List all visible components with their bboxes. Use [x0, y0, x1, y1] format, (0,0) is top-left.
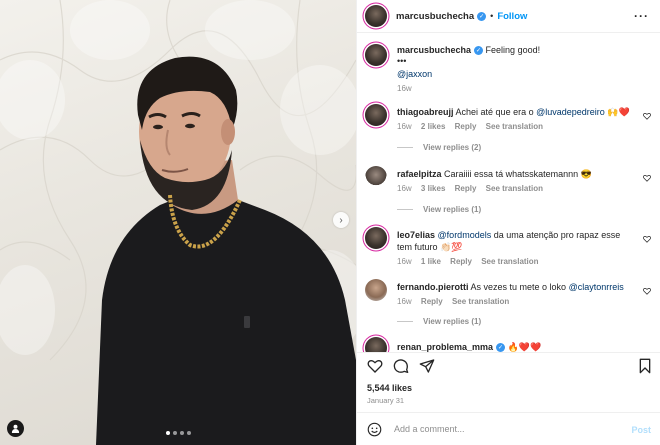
caption-dots: •••	[397, 56, 407, 66]
comment-time: 16w	[397, 122, 412, 131]
comment-time: 16w	[397, 297, 412, 306]
caption-text: Feeling good!	[485, 45, 541, 55]
comment-meta: 16w 1 like Reply See translation	[397, 256, 635, 268]
reply-button[interactable]: Reply	[421, 297, 443, 306]
commenter-avatar[interactable]	[365, 227, 387, 249]
portrait-image	[0, 0, 356, 445]
view-replies-button[interactable]: View replies (1)	[397, 205, 481, 214]
carousel-dot	[187, 431, 191, 435]
view-replies-button[interactable]: View replies (1)	[397, 317, 481, 326]
like-comment-heart-icon[interactable]	[643, 112, 651, 120]
reply-button[interactable]: Reply	[450, 257, 472, 266]
carousel-indicator	[166, 431, 191, 435]
replies-divider	[397, 147, 413, 148]
carousel-dot	[180, 431, 184, 435]
reply-button[interactable]: Reply	[455, 122, 477, 131]
comment-meta: 16w 3 likes Reply See translation	[397, 183, 635, 195]
comment-bubble-icon[interactable]	[393, 358, 409, 374]
post-photo: ›	[0, 0, 356, 445]
commenter-avatar[interactable]	[365, 337, 387, 352]
comment-username[interactable]: fernando.pierotti	[397, 282, 469, 292]
comment-likes[interactable]: 3 likes	[421, 184, 445, 193]
see-translation-button[interactable]: See translation	[486, 184, 543, 193]
view-replies-label: View replies (1)	[423, 205, 482, 214]
carousel-dot	[173, 431, 177, 435]
likes-count[interactable]: 5,544 likes	[367, 383, 412, 393]
comment-mention[interactable]: @fordmodels	[438, 230, 492, 240]
author-username[interactable]: marcusbuchecha	[396, 11, 474, 22]
comment-text: Caraiiii essa tá whatsskatemannn 😎	[444, 169, 592, 179]
reply-button[interactable]: Reply	[455, 184, 477, 193]
comment-text: Achei até que era o	[455, 107, 537, 117]
separator-dot: •	[490, 11, 494, 21]
like-comment-heart-icon[interactable]	[643, 287, 651, 295]
comment-username[interactable]: renan_problema_mma	[397, 342, 493, 352]
follow-button[interactable]: Follow	[497, 11, 527, 22]
caption-username[interactable]: marcusbuchecha	[397, 45, 471, 55]
see-translation-button[interactable]: See translation	[486, 122, 543, 131]
replies-divider	[397, 209, 413, 210]
commenter-avatar[interactable]	[365, 166, 387, 188]
caption-time: 16w	[397, 84, 412, 93]
view-replies-label: View replies (1)	[423, 317, 482, 326]
post-date: January 31	[367, 396, 405, 405]
bookmark-icon[interactable]	[637, 358, 653, 374]
comment-username[interactable]: leo7elias	[397, 230, 435, 240]
chevron-right-icon: ›	[339, 214, 343, 226]
comment-time: 16w	[397, 257, 412, 266]
post-actions: 5,544 likes January 31	[357, 352, 660, 408]
like-comment-heart-icon[interactable]	[643, 174, 651, 182]
view-replies-button[interactable]: View replies (2)	[397, 143, 481, 152]
comment-likes[interactable]: 2 likes	[421, 122, 445, 131]
post-sidebar: marcusbuchecha ✓ • Follow ··· marcusbuch…	[356, 0, 660, 445]
comment-composer: Post	[357, 412, 660, 445]
comment-mention[interactable]: @luvadepedreiro	[536, 107, 605, 117]
instagram-post-modal: › marcusbuchecha ✓ • Follow ··· marcusbu…	[0, 0, 660, 445]
comments-list[interactable]: marcusbuchecha ✓ Feeling good! ••• @jaxxo…	[357, 34, 660, 352]
comment-text-end: 🙌❤️	[604, 107, 630, 117]
caption-avatar[interactable]	[365, 44, 387, 66]
carousel-dot	[166, 431, 170, 435]
like-comment-heart-icon[interactable]	[643, 235, 651, 243]
verified-badge-icon: ✓	[474, 46, 484, 56]
comment-time: 16w	[397, 184, 412, 193]
verified-badge-icon: ✓	[477, 11, 487, 21]
view-replies-label: View replies (2)	[423, 143, 482, 152]
comment-mention[interactable]: @claytonrreis	[569, 282, 624, 292]
like-heart-icon[interactable]	[367, 358, 383, 374]
comment-likes[interactable]: 1 like	[421, 257, 441, 266]
replies-divider	[397, 321, 413, 322]
caption-mention[interactable]: @jaxxon	[397, 68, 635, 80]
verified-badge-icon: ✓	[496, 343, 506, 352]
comment-input[interactable]	[394, 424, 614, 434]
comment-text: 🔥❤️❤️	[505, 342, 542, 352]
commenter-avatar[interactable]	[365, 104, 387, 126]
comment-text: As vezes tu mete o loko	[470, 282, 569, 292]
tagged-users-button[interactable]	[7, 420, 24, 437]
more-horizontal-icon[interactable]: ···	[634, 9, 649, 23]
commenter-avatar[interactable]	[365, 279, 387, 301]
post-header: marcusbuchecha ✓ • Follow ···	[357, 0, 660, 33]
share-send-icon[interactable]	[419, 358, 435, 374]
comment-username[interactable]: thiagoabreujj	[397, 107, 454, 117]
emoji-smiley-icon[interactable]	[367, 422, 382, 437]
comment-meta: 16w 2 likes Reply See translation	[397, 121, 635, 133]
post-comment-button[interactable]: Post	[631, 425, 651, 435]
author-avatar[interactable]	[365, 5, 387, 27]
carousel-next-button[interactable]: ›	[333, 212, 349, 228]
see-translation-button[interactable]: See translation	[481, 257, 538, 266]
user-icon	[11, 424, 20, 433]
see-translation-button[interactable]: See translation	[452, 297, 509, 306]
comment-meta: 16w Reply See translation	[397, 296, 635, 308]
comment-username[interactable]: rafaelpitza	[397, 169, 442, 179]
